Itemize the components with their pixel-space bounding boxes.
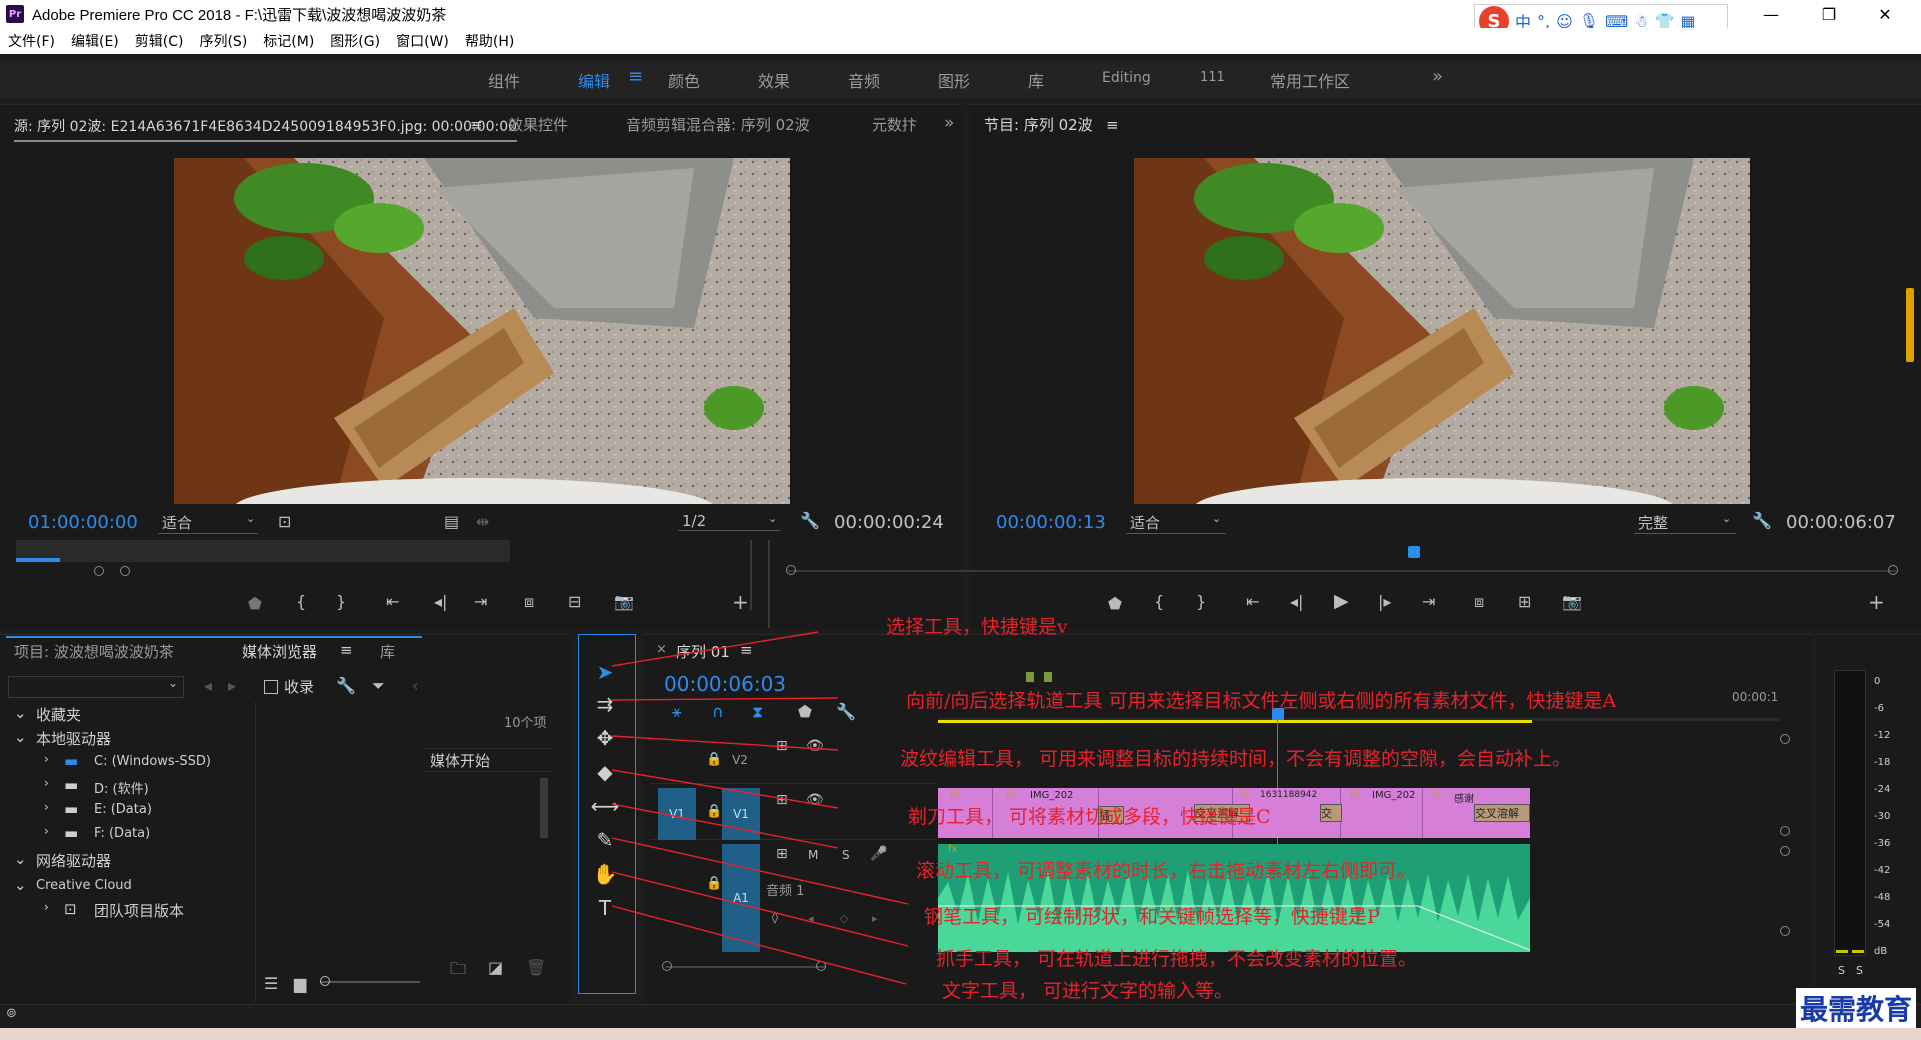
annotation-arrows [611,631,909,985]
arrow-line [611,905,907,985]
arrow-line [611,697,839,701]
arrow-line [611,735,839,751]
status-bar [0,1004,1921,1028]
annotation-ripple-edit-tool: 波纹编辑工具， 可用来调整目标的持续时间，不会有调整的空隙，会自动补上。 [900,748,1572,770]
annotation-razor-tool: 剃刀工具， 可将素材切成多段，快捷键是C [908,806,1271,828]
annotation-slip-tool: 滚动工具， 可调整素材的时长，右击拖动素材左右侧即可。 [916,860,1417,882]
arrow-line [611,769,839,809]
annotation-selection-tool: 选择工具，快捷键是v [886,616,1068,638]
annotation-hand-tool: 抓手工具， 可在轨道上进行拖拽，不会改变素材的位置。 [936,948,1418,970]
taskbar-strip [0,1028,1921,1040]
arrow-line [611,871,909,947]
annotation-pen-tool: 钢笔工具， 可绘制形状，和关键帧选择等，快捷键是P [924,906,1380,928]
status-icon[interactable]: ⊚ [6,1006,17,1021]
arrow-line [611,803,839,849]
annotation-track-select-tool: 向前/向后选择轨道工具 可用来选择目标文件左侧或右侧的所有素材文件，快捷键是A [906,690,1617,712]
arrow-line [611,631,819,667]
arrow-line [611,837,909,905]
annotation-type-tool: 文字工具， 可进行文字的输入等。 [942,980,1234,1002]
watermark: 最需教育 [1796,988,1917,1028]
